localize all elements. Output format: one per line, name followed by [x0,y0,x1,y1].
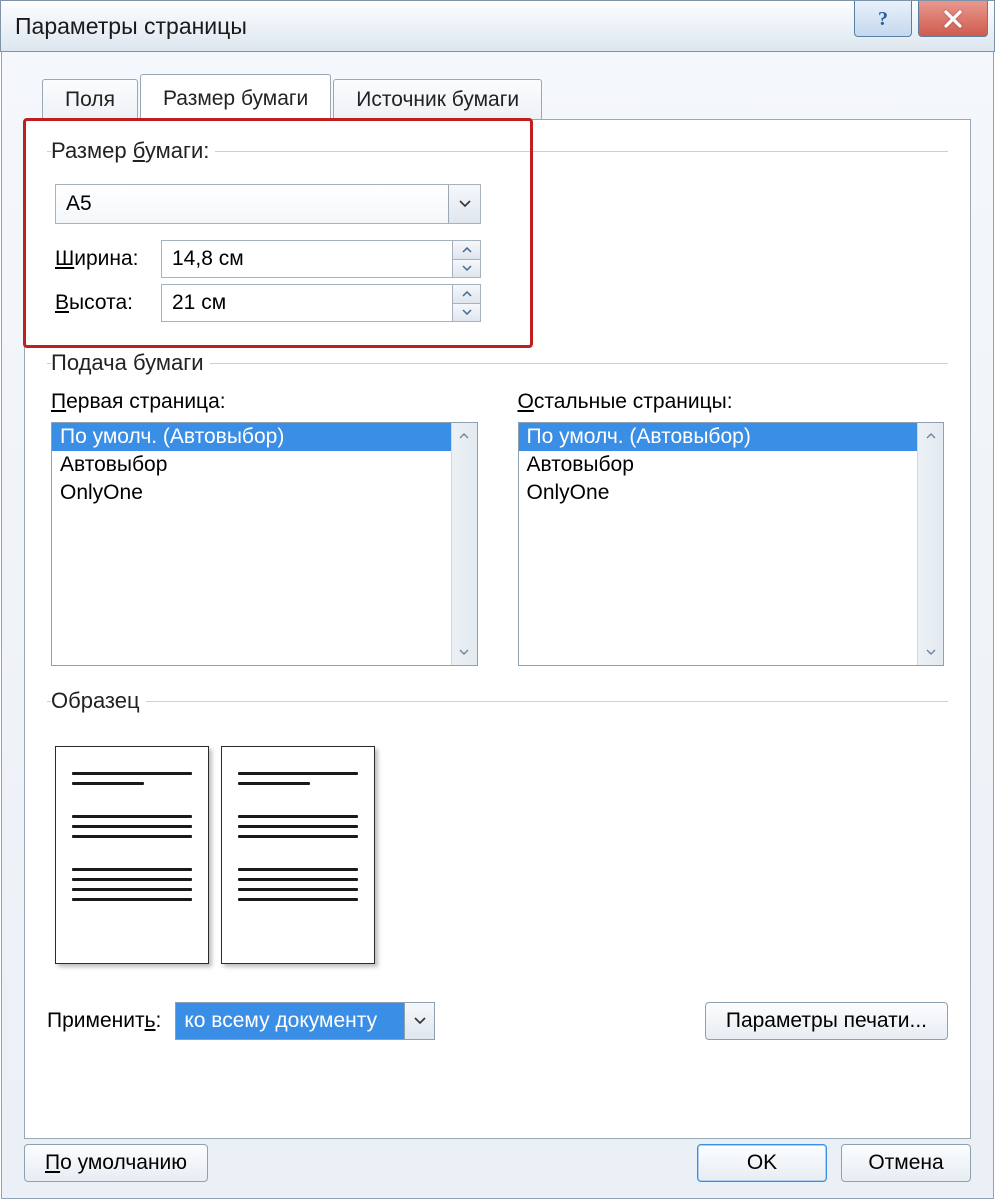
print-options-button[interactable]: Параметры печати... [705,1002,948,1040]
scroll-down-icon[interactable] [452,639,477,665]
spin-up-icon[interactable] [453,285,480,304]
list-item[interactable]: По умолч. (Автовыбор) [52,423,451,451]
chevron-down-icon[interactable] [404,1003,434,1039]
tab-paper-size[interactable]: Размер бумаги [140,74,331,119]
list-item[interactable]: OnlyOne [519,479,918,507]
window-title: Параметры страницы [15,13,247,40]
help-icon: ? [873,8,893,30]
height-label: Высота: [51,291,161,315]
other-pages-label: Остальные страницы: [518,390,945,414]
width-value: 14,8 см [162,247,452,271]
page-preview-2 [221,746,375,964]
scrollbar[interactable] [451,423,477,665]
chevron-down-icon[interactable] [448,185,480,223]
svg-text:?: ? [878,8,888,30]
titlebar: Параметры страницы ? [0,0,995,52]
height-spinner[interactable]: 21 см [161,284,481,322]
apply-to-label: Применить: [47,1009,161,1033]
preview-legend: Образец [51,688,146,714]
scrollbar[interactable] [917,423,943,665]
close-button[interactable] [918,1,988,37]
first-page-label: Первая страница: [51,390,478,414]
width-spinner[interactable]: 14,8 см [161,240,481,278]
paper-size-legend: Размер бумаги: [51,138,215,164]
group-preview: Образец [47,688,948,968]
ok-button[interactable]: OK [697,1144,827,1182]
tab-panel: Размер бумаги: A5 Ширина: 14,8 см [24,119,971,1139]
default-button[interactable]: По умолчанию [24,1144,208,1182]
paper-size-combo[interactable]: A5 [55,184,481,224]
cancel-button[interactable]: Отмена [841,1144,971,1182]
close-icon [942,8,964,30]
width-label: Ширина: [51,247,161,271]
apply-to-combo[interactable]: ко всему документу [175,1002,435,1040]
page-preview-1 [55,746,209,964]
spin-down-icon[interactable] [453,304,480,322]
scroll-down-icon[interactable] [918,639,943,665]
tab-paper-source[interactable]: Источник бумаги [333,79,542,120]
first-page-listbox[interactable]: По умолч. (Автовыбор) Автовыбор OnlyOne [51,422,478,666]
group-paper-feed: Подача бумаги Первая страница: По умолч.… [47,350,948,670]
tabstrip: Поля Размер бумаги Источник бумаги [42,74,971,119]
other-pages-listbox[interactable]: По умолч. (Автовыбор) Автовыбор OnlyOne [518,422,945,666]
scroll-up-icon[interactable] [918,423,943,449]
spin-down-icon[interactable] [453,260,480,278]
help-button[interactable]: ? [854,1,912,37]
dialog-body: Поля Размер бумаги Источник бумаги Разме… [1,52,994,1199]
paper-feed-legend: Подача бумаги [51,350,210,376]
list-item[interactable]: Автовыбор [52,451,451,479]
scroll-up-icon[interactable] [452,423,477,449]
list-item[interactable]: OnlyOne [52,479,451,507]
tab-fields[interactable]: Поля [42,79,138,120]
group-paper-size: Размер бумаги: A5 Ширина: 14,8 см [47,138,948,332]
spin-up-icon[interactable] [453,241,480,260]
height-value: 21 см [162,291,452,315]
list-item[interactable]: По умолч. (Автовыбор) [519,423,918,451]
paper-size-value: A5 [56,192,448,216]
apply-to-value: ко всему документу [176,1003,404,1039]
list-item[interactable]: Автовыбор [519,451,918,479]
